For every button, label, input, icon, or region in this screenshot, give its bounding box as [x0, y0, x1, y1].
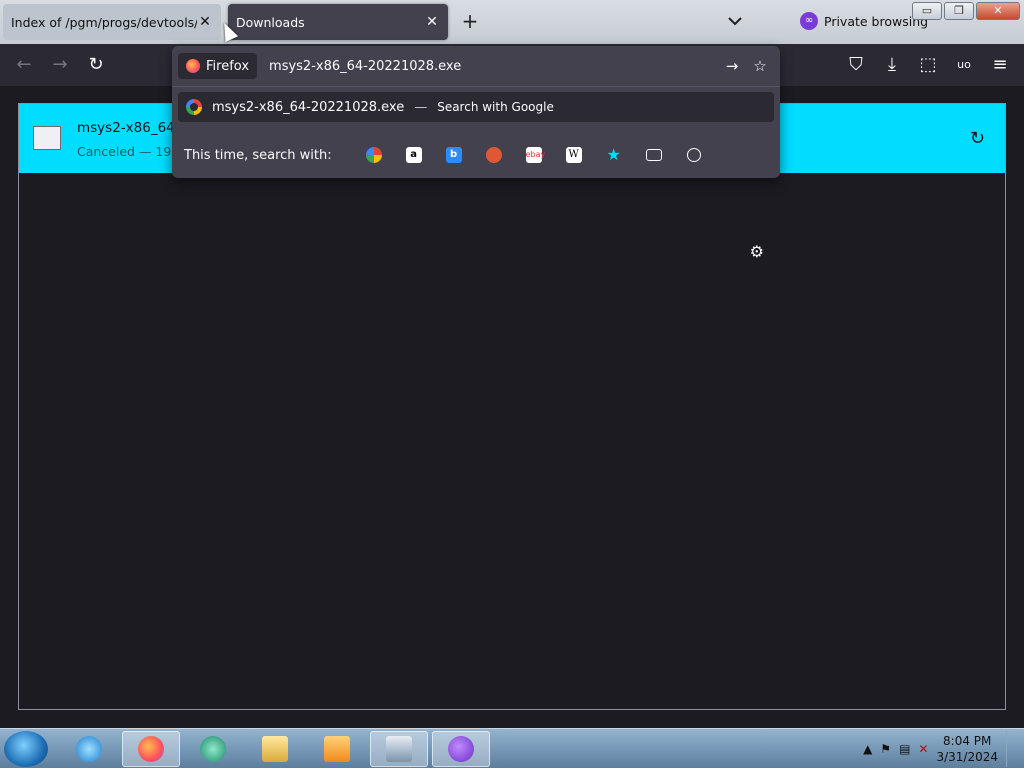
bookmark-star-icon[interactable]: ☆: [746, 57, 774, 75]
internet-explorer-icon[interactable]: [60, 731, 118, 767]
close-window-button[interactable]: ✕: [976, 2, 1020, 20]
clock-time: 8:04 PM: [943, 734, 992, 748]
downloads-button[interactable]: ⤓: [880, 53, 904, 77]
downloads-page: msys2-x86_64- Canceled — 196 ↻: [18, 103, 1006, 710]
restore-button[interactable]: ❐: [944, 2, 974, 20]
menu-button[interactable]: ≡: [988, 53, 1012, 77]
extensions-button[interactable]: ⬚: [916, 53, 940, 77]
google-icon: [186, 99, 202, 115]
firefox-icon[interactable]: [122, 731, 180, 767]
new-tab-button[interactable]: +: [458, 10, 482, 34]
keyboard-icon[interactable]: [370, 731, 428, 767]
tab-title: Index of /pgm/progs/devtools/cor: [11, 14, 197, 30]
bookmarks-icon[interactable]: ★: [594, 145, 634, 165]
volume-muted-icon[interactable]: ✕: [918, 742, 928, 756]
private-browsing-indicator: ∞ Private browsing: [800, 12, 928, 30]
taskbar: ▲ ⚑ ▤ ✕ 8:04 PM 3/31/2024: [0, 728, 1024, 768]
url-input[interactable]: msys2-x86_64-20221028.exe: [269, 59, 718, 74]
google-icon[interactable]: [354, 145, 394, 165]
tray-expand-icon[interactable]: ▲: [863, 742, 872, 756]
identity-box[interactable]: Firefox: [178, 53, 258, 79]
search-engines: a b ebay W ★: [354, 145, 714, 165]
retry-icon[interactable]: ↻: [970, 128, 985, 149]
suggestion-dash: —: [414, 99, 428, 115]
chevron-down-icon: [728, 17, 742, 26]
network-icon[interactable]: ▤: [899, 742, 910, 756]
tab-downloads[interactable]: Downloads ✕: [228, 4, 448, 40]
clock[interactable]: 8:04 PM 3/31/2024: [936, 733, 998, 765]
back-button[interactable]: ←: [12, 53, 36, 77]
tab-title: Downloads: [236, 14, 305, 30]
close-icon[interactable]: ✕: [424, 14, 440, 30]
one-off-search: This time, search with: a b ebay W ★ ⚙: [184, 144, 774, 262]
close-icon[interactable]: ✕: [197, 14, 213, 30]
suggestion-text: msys2-x86_64-20221028.exe: [212, 99, 405, 115]
pocket-button[interactable]: ⛉: [844, 53, 868, 77]
tab-strip: Index of /pgm/progs/devtools/cor ✕ Downl…: [0, 0, 1024, 44]
download-status: Canceled — 196: [77, 144, 180, 159]
tabs-icon[interactable]: [634, 145, 674, 165]
search-suggestion[interactable]: msys2-x86_64-20221028.exe — Search with …: [178, 92, 774, 122]
identity-label: Firefox: [206, 58, 250, 74]
urlbar-panel: Firefox msys2-x86_64-20221028.exe → ☆ ms…: [172, 46, 780, 262]
gear-icon[interactable]: ⚙: [750, 242, 764, 261]
file-icon: [33, 126, 61, 150]
list-all-tabs-button[interactable]: [724, 10, 746, 32]
bing-icon[interactable]: b: [434, 145, 474, 165]
system-tray: ▲ ⚑ ▤ ✕ 8:04 PM 3/31/2024: [863, 731, 1018, 767]
tab-index[interactable]: Index of /pgm/progs/devtools/cor ✕: [3, 4, 221, 40]
search-with-label: This time, search with:: [184, 147, 332, 163]
divider: [172, 86, 780, 87]
urlbar[interactable]: Firefox msys2-x86_64-20221028.exe → ☆: [178, 52, 774, 80]
media-player-icon[interactable]: [308, 731, 366, 767]
reload-button[interactable]: ↻: [84, 53, 108, 77]
show-desktop-button[interactable]: [1006, 731, 1018, 767]
start-button[interactable]: [4, 731, 48, 767]
history-icon[interactable]: [674, 145, 714, 165]
clock-date: 3/31/2024: [936, 750, 998, 764]
window-controls: ▭ ❐ ✕: [912, 2, 1020, 20]
ublock-button[interactable]: uo: [952, 53, 976, 77]
firefox-icon: [186, 59, 200, 73]
go-arrow-icon[interactable]: →: [718, 57, 746, 75]
app-icon[interactable]: [184, 731, 242, 767]
download-filename: msys2-x86_64-: [77, 120, 180, 136]
duckduckgo-icon[interactable]: [474, 145, 514, 165]
private-mask-icon: ∞: [800, 12, 818, 30]
amazon-icon[interactable]: a: [394, 145, 434, 165]
minimize-button[interactable]: ▭: [912, 2, 942, 20]
firefox-private-icon[interactable]: [432, 731, 490, 767]
file-explorer-icon[interactable]: [246, 731, 304, 767]
forward-button[interactable]: →: [48, 53, 72, 77]
wikipedia-icon[interactable]: W: [554, 145, 594, 165]
action-center-flag-icon[interactable]: ⚑: [880, 742, 891, 756]
suggestion-action: Search with Google: [437, 100, 554, 114]
ebay-icon[interactable]: ebay: [514, 145, 554, 165]
